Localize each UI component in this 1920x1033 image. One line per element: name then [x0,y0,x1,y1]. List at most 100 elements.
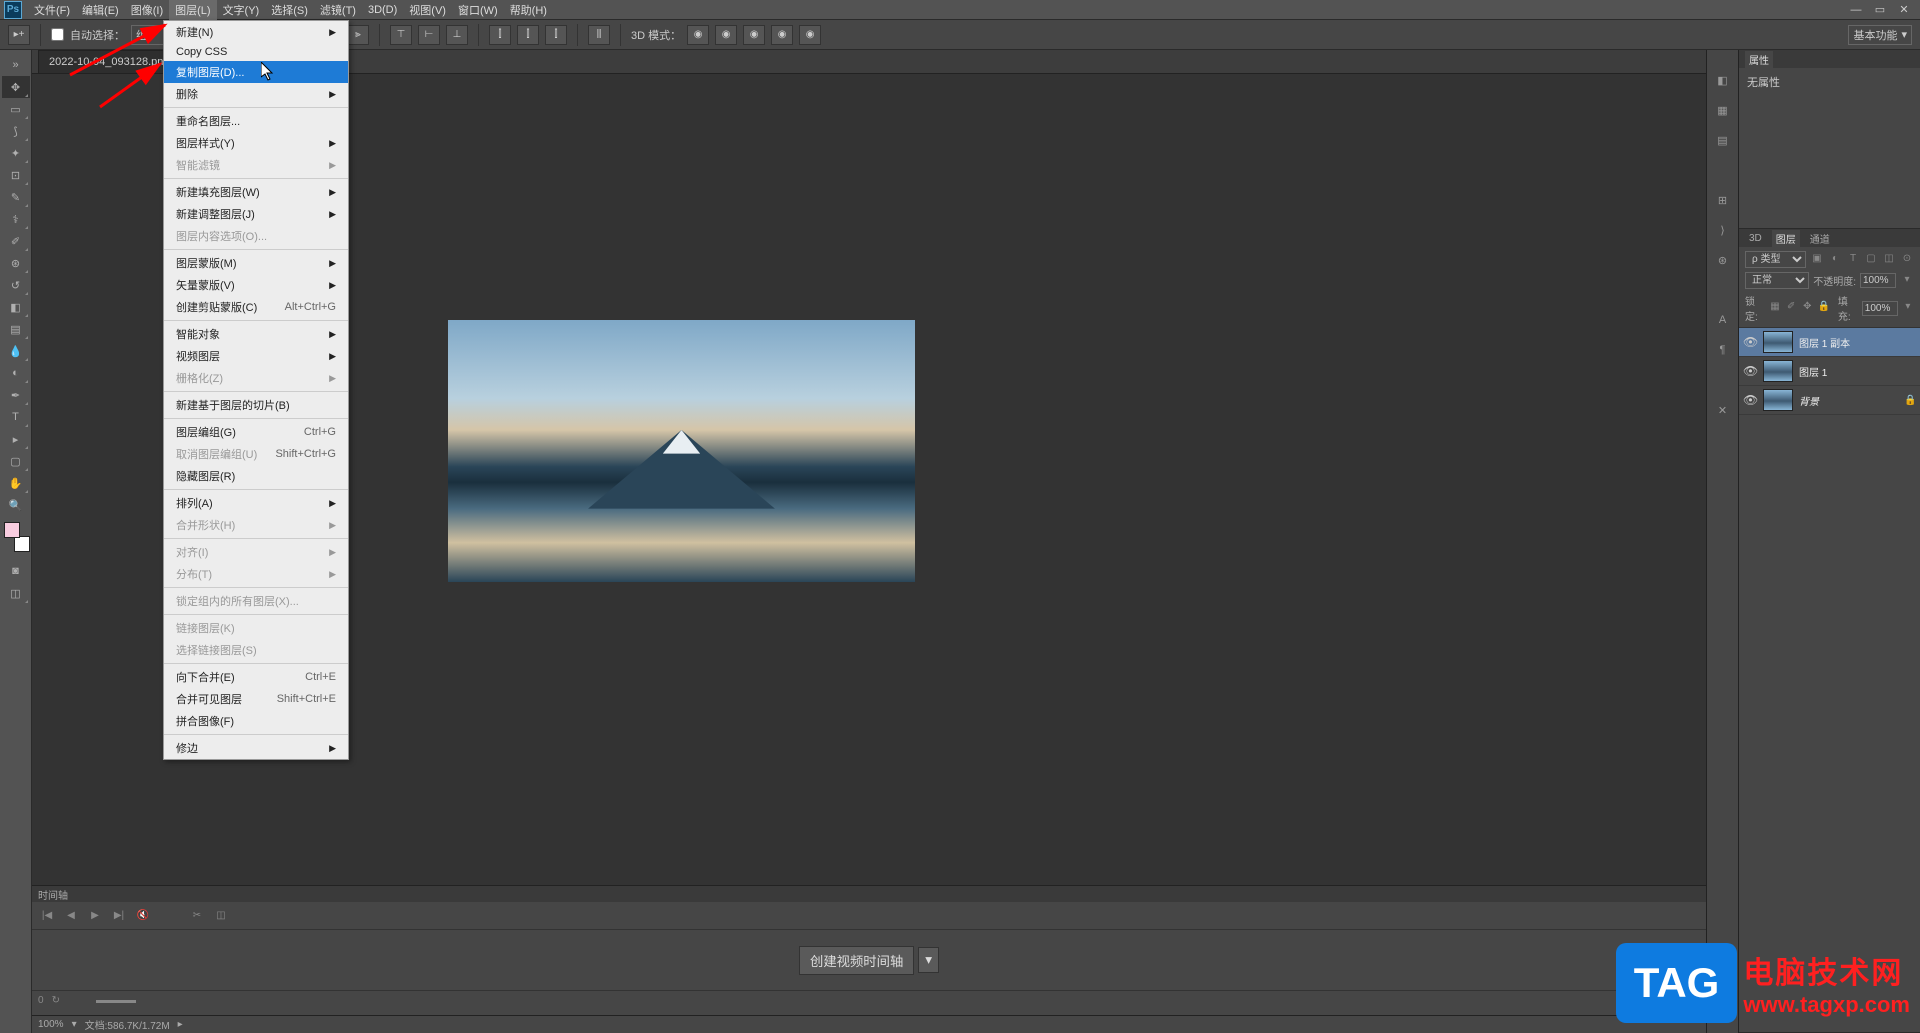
menu-new-adjustment-layer[interactable]: 新建调整图层(J)▶ [164,203,348,225]
3d-icon[interactable]: ◉ [771,25,793,45]
swatches-panel-icon[interactable]: ▦ [1713,100,1733,120]
align-bottom-icon[interactable]: ⊥ [446,25,468,45]
tool-collapse[interactable]: » [2,54,30,76]
color-swatches[interactable] [4,522,28,546]
filter-toggle-icon[interactable]: ⊙ [1900,253,1914,267]
menu-merge-visible[interactable]: 合并可见图层Shift+Ctrl+E [164,688,348,710]
menu-video-layers[interactable]: 视频图层▶ [164,345,348,367]
menu-new-layer[interactable]: 新建(N)▶ [164,21,348,43]
menu-rename-layer[interactable]: 重命名图层... [164,110,348,132]
channels-tab[interactable]: 通道 [1806,230,1834,247]
blur-tool[interactable]: 💧 [2,340,30,362]
visibility-icon[interactable]: 👁 [1743,335,1757,349]
layers-tab[interactable]: 图层 [1772,230,1800,247]
eyedropper-tool[interactable]: ✎ [2,186,30,208]
split-icon[interactable]: ✂ [190,910,204,921]
menu-smart-objects[interactable]: 智能对象▶ [164,323,348,345]
menu-edit[interactable]: 编辑(E) [76,0,125,20]
history-brush-tool[interactable]: ↺ [2,274,30,296]
distribute-icon[interactable]: ⫿ [517,25,539,45]
paragraph-panel-icon[interactable]: ¶ [1713,340,1733,360]
layer-name[interactable]: 背景 [1799,393,1898,408]
properties-tab[interactable]: 属性 [1745,51,1773,68]
chevron-down-icon[interactable]: ▾ [1902,301,1914,315]
menu-view[interactable]: 视图(V) [403,0,452,20]
next-frame-icon[interactable]: ▶| [112,910,126,921]
menu-arrange[interactable]: 排列(A)▶ [164,492,348,514]
dodge-tool[interactable]: ◐ [2,362,30,384]
pen-tool[interactable]: ✒ [2,384,30,406]
zoom-level[interactable]: 100% [38,1019,64,1030]
menu-group-layers[interactable]: 图层编组(G)Ctrl+G [164,421,348,443]
filter-adjustment-icon[interactable]: ◐ [1828,253,1842,267]
eraser-tool[interactable]: ◧ [2,296,30,318]
lock-image-icon[interactable]: ✐ [1785,301,1797,315]
brushes-panel-icon[interactable]: ⟩ [1713,220,1733,240]
menu-help[interactable]: 帮助(H) [504,0,553,20]
distribute-icon[interactable]: ⫿ [489,25,511,45]
menu-3d[interactable]: 3D(D) [362,2,403,18]
menu-delete[interactable]: 删除▶ [164,83,348,105]
current-tool-icon[interactable]: ▸+ [8,25,30,45]
create-video-timeline-button[interactable]: 创建视频时间轴 [799,946,914,975]
timeline-tab[interactable]: 时间轴 [32,886,1706,902]
filter-type-icon[interactable]: T [1846,253,1860,267]
styles-panel-icon[interactable]: ▤ [1713,130,1733,150]
menu-merge-down[interactable]: 向下合并(E)Ctrl+E [164,666,348,688]
lasso-tool[interactable]: ⟆ [2,120,30,142]
hand-tool[interactable]: ✋ [2,472,30,494]
layer-name[interactable]: 图层 1 [1799,364,1916,379]
layer-filter-type[interactable]: ρ 类型 [1745,251,1806,268]
filter-smart-icon[interactable]: ◫ [1882,253,1896,267]
gradient-tool[interactable]: ▤ [2,318,30,340]
crop-tool[interactable]: ⊡ [2,164,30,186]
layer-item[interactable]: 👁 图层 1 [1739,357,1920,386]
menu-hide-layers[interactable]: 隐藏图层(R) [164,465,348,487]
layer-item[interactable]: 👁 图层 1 副本 [1739,328,1920,357]
screen-mode-tool[interactable]: ◫ [2,582,30,604]
workspace-dropdown[interactable]: 基本功能 ▾ [1848,25,1912,45]
clone-stamp-tool[interactable]: ⊛ [2,252,30,274]
paths-panel-icon[interactable]: ✕ [1713,400,1733,420]
layer-item[interactable]: 👁 背景 🔒 [1739,386,1920,415]
layer-thumbnail[interactable] [1763,331,1793,353]
timeline-loop-icon[interactable]: ↻ [52,995,60,1006]
menu-filter[interactable]: 滤镜(T) [314,0,362,20]
first-frame-icon[interactable]: |◀ [40,910,54,921]
lock-position-icon[interactable]: ✥ [1801,301,1813,315]
close-button[interactable]: ✕ [1892,3,1916,17]
align-right-icon[interactable]: ⫸ [347,25,369,45]
quick-mask-tool[interactable]: ◙ [2,560,30,582]
filter-shape-icon[interactable]: ▢ [1864,253,1878,267]
menu-file[interactable]: 文件(F) [28,0,76,20]
menu-window[interactable]: 窗口(W) [452,0,504,20]
menu-create-clipping-mask[interactable]: 创建剪贴蒙版(C)Alt+Ctrl+G [164,296,348,318]
layer-thumbnail[interactable] [1763,389,1793,411]
layer-name[interactable]: 图层 1 副本 [1799,335,1916,350]
menu-new-fill-layer[interactable]: 新建填充图层(W)▶ [164,181,348,203]
background-color[interactable] [14,536,30,552]
3d-icon[interactable]: ◉ [799,25,821,45]
restore-button[interactable]: ▭ [1868,3,1892,17]
menu-type[interactable]: 文字(Y) [217,0,266,20]
prev-frame-icon[interactable]: ◀ [64,910,78,921]
filter-pixel-icon[interactable]: ▣ [1810,253,1824,267]
menu-new-layer-based-slice[interactable]: 新建基于图层的切片(B) [164,394,348,416]
type-tool[interactable]: T [2,406,30,428]
distribute-icon[interactable]: ⫼ [588,25,610,45]
chevron-down-icon[interactable]: ▾ [1900,274,1914,288]
timeline-type-dropdown[interactable]: ▾ [918,947,939,973]
blend-mode-dropdown[interactable]: 正常 [1745,272,1809,289]
clone-panel-icon[interactable]: ⊛ [1713,250,1733,270]
align-middle-icon[interactable]: ⊢ [418,25,440,45]
3d-icon[interactable]: ◉ [687,25,709,45]
menu-vector-mask[interactable]: 矢量蒙版(V)▶ [164,274,348,296]
menu-flatten-image[interactable]: 拼合图像(F) [164,710,348,732]
menu-duplicate-layer[interactable]: 复制图层(D)... [164,61,348,83]
visibility-icon[interactable]: 👁 [1743,364,1757,378]
menu-copy-css[interactable]: Copy CSS [164,43,348,61]
layer-thumbnail[interactable] [1763,360,1793,382]
lock-all-icon[interactable]: 🔒 [1817,301,1829,315]
3d-icon[interactable]: ◉ [715,25,737,45]
mute-icon[interactable]: 🔇 [136,910,150,921]
